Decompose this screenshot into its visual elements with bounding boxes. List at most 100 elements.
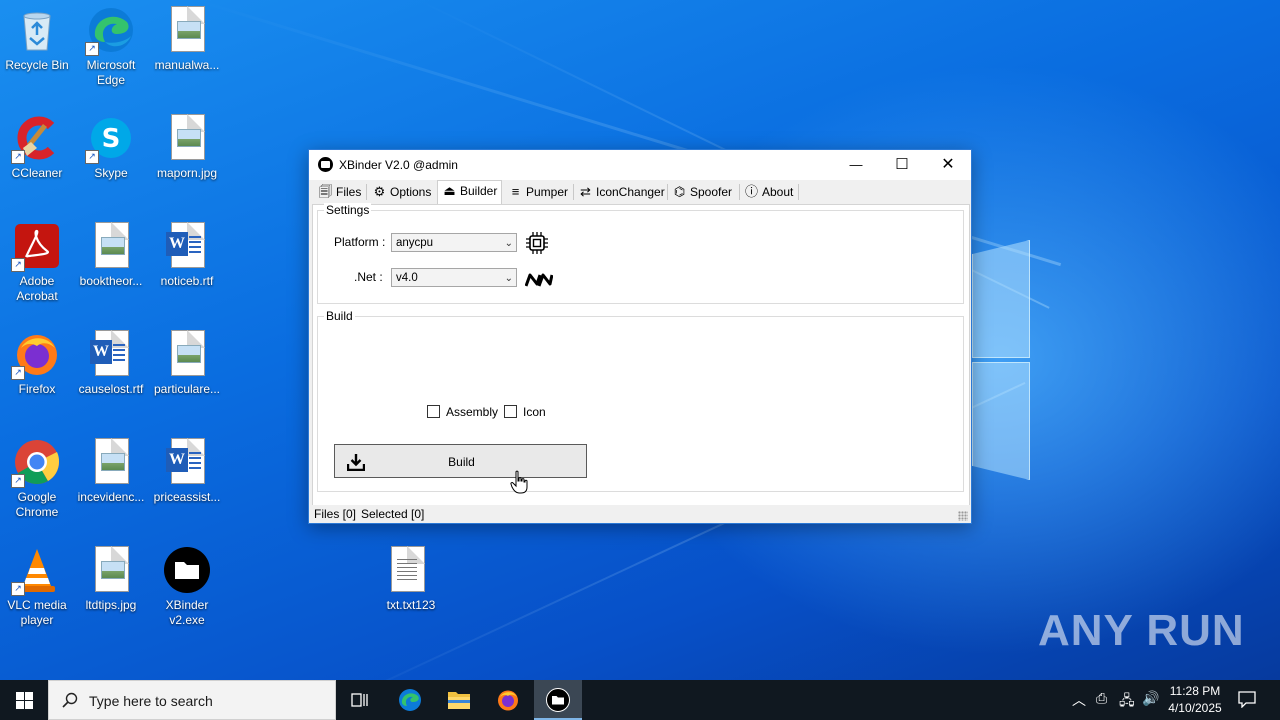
desktop-icon-particulare[interactable]: particulare... bbox=[150, 330, 224, 397]
assembly-label: Assembly bbox=[446, 405, 499, 419]
word-file-icon: W bbox=[163, 222, 211, 270]
desktop-icon-booktheor[interactable]: booktheor... bbox=[74, 222, 148, 289]
shortcut-arrow-icon: ↗ bbox=[85, 42, 99, 56]
desktop-icon-xbinder[interactable]: XBinder v2.exe bbox=[150, 546, 224, 628]
desktop-icon-recycle-bin[interactable]: Recycle Bin bbox=[0, 6, 74, 73]
desktop-icon-label: Adobe Acrobat bbox=[16, 274, 58, 303]
xbinder-icon bbox=[163, 546, 211, 594]
task-view-icon bbox=[351, 693, 368, 707]
image-file-icon bbox=[87, 546, 135, 594]
task-view-button[interactable] bbox=[336, 680, 384, 720]
window-title: XBinder V2.0 @admin bbox=[339, 158, 458, 172]
desktop-icon-label: Google Chrome bbox=[15, 490, 59, 519]
tab-label: About bbox=[762, 185, 794, 199]
desktop-icon-txt[interactable]: txt.txt123 bbox=[374, 546, 448, 613]
desktop-icon-label: incevidenc... bbox=[77, 490, 145, 504]
meet-now-icon[interactable]: ⎙ bbox=[1096, 690, 1107, 707]
builder-icon: ⏏ bbox=[443, 183, 456, 198]
dotnet-icon bbox=[525, 273, 553, 287]
desktop-icon-priceassist[interactable]: W priceassist... bbox=[150, 438, 224, 505]
taskbar: Type here to search ︿ ⎙ 🖧 🔊 11:28 PM 4/1… bbox=[0, 680, 1280, 720]
tab-options[interactable]: ⚙ Options bbox=[372, 182, 432, 202]
chrome-icon: ↗ bbox=[11, 438, 61, 488]
desktop-icon-ccleaner[interactable]: ↗ CCleaner bbox=[0, 114, 74, 181]
title-bar[interactable]: XBinder V2.0 @admin — ☐ ✕ bbox=[309, 150, 971, 180]
anyrun-watermark: ANY RUN bbox=[1038, 606, 1245, 655]
clock-time: 11:28 PM bbox=[1169, 684, 1221, 698]
gear-icon: ⚙ bbox=[373, 184, 386, 199]
resize-grip[interactable] bbox=[958, 511, 968, 521]
firefox-icon: ↗ bbox=[11, 330, 61, 380]
svg-text:S: S bbox=[102, 124, 121, 154]
image-file-icon bbox=[163, 114, 211, 162]
desktop-icon-label: Skype bbox=[94, 166, 128, 180]
assembly-checkbox[interactable]: Assembly bbox=[427, 405, 498, 419]
settings-group-title: Settings bbox=[324, 203, 372, 217]
taskbar-xbinder[interactable] bbox=[534, 680, 582, 720]
tab-label: IconChanger bbox=[596, 185, 665, 199]
desktop-icon-label: XBinder v2.exe bbox=[165, 598, 209, 627]
image-file-icon bbox=[163, 330, 211, 378]
platform-label: Platform : bbox=[334, 235, 386, 249]
windows-start-icon bbox=[16, 692, 33, 709]
desktop-icon-firefox[interactable]: ↗ Firefox bbox=[0, 330, 74, 397]
ccleaner-icon: ↗ bbox=[11, 114, 61, 164]
spoofer-icon: ⌬ bbox=[673, 184, 686, 199]
taskbar-clock[interactable]: 11:28 PM 4/10/2025 bbox=[1160, 683, 1230, 717]
chevron-up-icon[interactable]: ︿ bbox=[1072, 690, 1086, 710]
tab-label: Options bbox=[390, 185, 432, 199]
shortcut-arrow-icon: ↗ bbox=[85, 150, 99, 164]
desktop-icon-incevidenc[interactable]: incevidenc... bbox=[74, 438, 148, 505]
desktop-icon-label: noticeb.rtf bbox=[160, 274, 214, 288]
pumper-icon: ≡ bbox=[511, 184, 520, 199]
minimize-button[interactable]: — bbox=[833, 150, 879, 180]
notification-icon[interactable] bbox=[1238, 690, 1256, 711]
taskbar-search-box[interactable]: Type here to search bbox=[48, 680, 336, 720]
volume-icon[interactable]: 🔊 bbox=[1142, 690, 1159, 707]
network-icon[interactable]: 🖧 bbox=[1119, 690, 1135, 714]
shortcut-arrow-icon: ↗ bbox=[11, 258, 25, 272]
desktop-icon-microsoft-edge[interactable]: ↗ Microsoft Edge bbox=[74, 6, 148, 88]
desktop-icon-label: booktheor... bbox=[79, 274, 143, 288]
platform-select[interactable]: anycpu ⌄ bbox=[391, 233, 517, 252]
edge-icon bbox=[399, 689, 421, 711]
start-button[interactable] bbox=[0, 680, 48, 720]
desktop-icon-adobe-acrobat[interactable]: ↗ Adobe Acrobat bbox=[0, 222, 74, 304]
shortcut-arrow-icon: ↗ bbox=[11, 474, 25, 488]
desktop-icon-skype[interactable]: S ↗ Skype bbox=[74, 114, 148, 181]
tab-builder[interactable]: ⏏ Builder bbox=[437, 180, 503, 204]
taskbar-edge[interactable] bbox=[386, 680, 434, 720]
status-files-count: Files [0] bbox=[314, 507, 357, 521]
tab-separator bbox=[739, 184, 740, 200]
desktop-icon-vlc[interactable]: ↗ VLC media player bbox=[0, 546, 74, 628]
tab-spoofer[interactable]: ⌬ Spoofer bbox=[672, 182, 732, 202]
windows-logo-wallpaper bbox=[972, 240, 1030, 480]
desktop-icon-causelost[interactable]: W causelost.rtf bbox=[74, 330, 148, 397]
build-button-label: Build bbox=[448, 455, 475, 469]
tab-separator bbox=[573, 184, 574, 200]
status-bar: Files [0] Selected [0] bbox=[309, 505, 971, 523]
tab-iconchanger[interactable]: ⇄ IconChanger bbox=[578, 182, 665, 202]
icon-checkbox[interactable]: Icon bbox=[504, 405, 546, 419]
tab-label: Spoofer bbox=[690, 185, 733, 199]
build-group-title: Build bbox=[324, 309, 355, 323]
swap-icon: ⇄ bbox=[580, 184, 591, 199]
desktop-icon-google-chrome[interactable]: ↗ Google Chrome bbox=[0, 438, 74, 520]
desktop-icon-ltdtips[interactable]: ltdtips.jpg bbox=[74, 546, 148, 613]
tab-pumper[interactable]: ≡ Pumper bbox=[508, 182, 568, 202]
tab-about[interactable]: ⓘ About bbox=[744, 182, 793, 202]
desktop-icon-label: priceassist... bbox=[153, 490, 221, 504]
build-button[interactable]: Build bbox=[334, 444, 587, 478]
desktop-icon-manualwa[interactable]: manualwa... bbox=[150, 6, 224, 73]
desktop-icon-noticeb[interactable]: W noticeb.rtf bbox=[150, 222, 224, 289]
taskbar-firefox[interactable] bbox=[484, 680, 532, 720]
desktop-icon-label: ltdtips.jpg bbox=[85, 598, 137, 612]
net-version-select[interactable]: v4.0 ⌄ bbox=[391, 268, 517, 287]
desktop-icon-label: Microsoft Edge bbox=[86, 58, 136, 87]
maximize-button[interactable]: ☐ bbox=[879, 150, 925, 180]
close-button[interactable]: ✕ bbox=[925, 150, 971, 180]
desktop-icon-label: maporn.jpg bbox=[156, 166, 218, 180]
taskbar-file-explorer[interactable] bbox=[435, 680, 483, 720]
tab-files[interactable]: 🗐 Files bbox=[318, 182, 361, 202]
desktop-icon-maporn[interactable]: maporn.jpg bbox=[150, 114, 224, 181]
